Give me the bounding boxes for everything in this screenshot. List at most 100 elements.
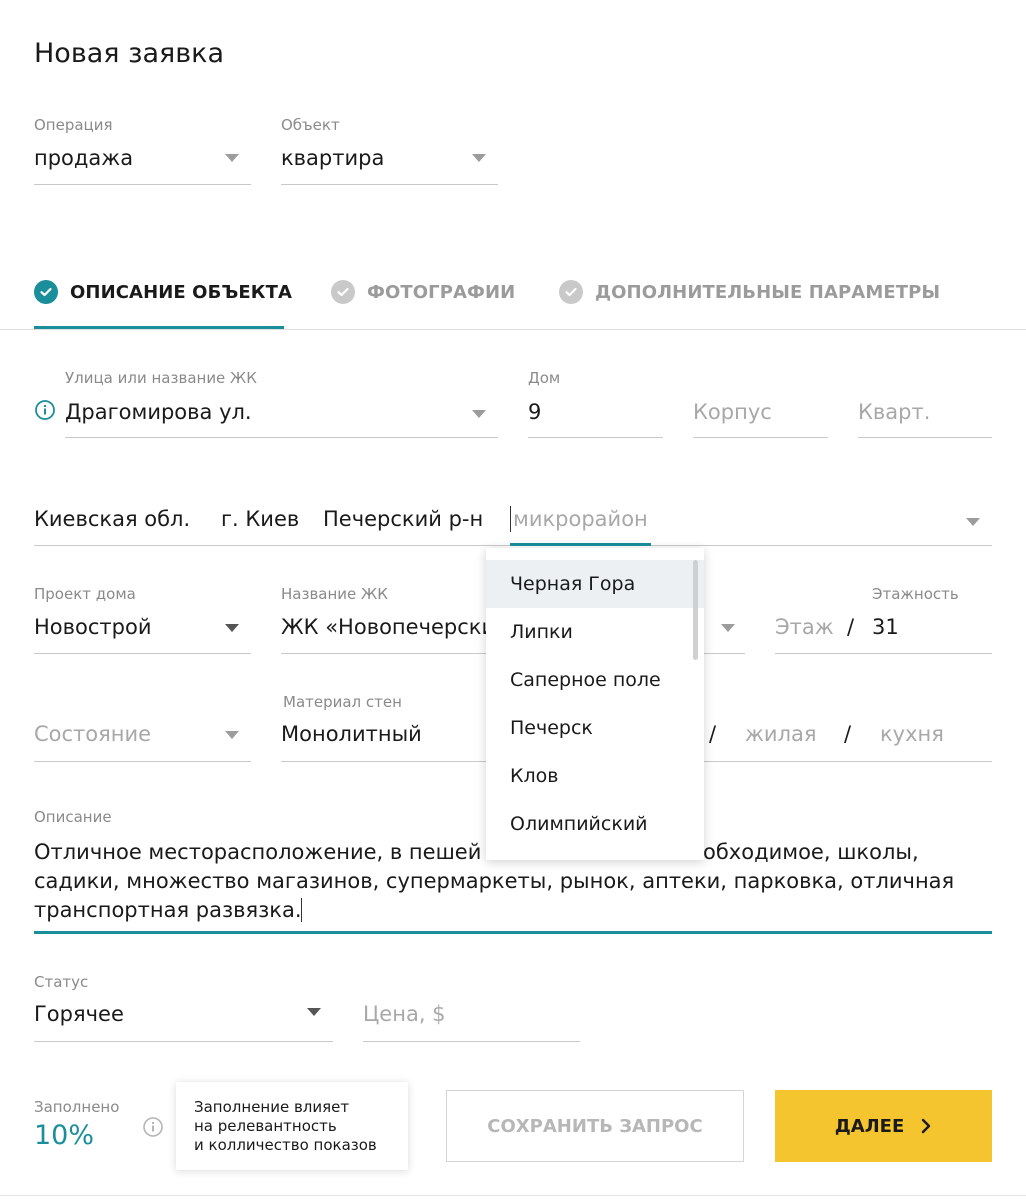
chevron-down-icon [472, 410, 486, 418]
description-line: садики, множество магазинов, супермаркет… [34, 869, 955, 893]
text-cursor [301, 898, 302, 922]
dropdown-option[interactable]: Липки [486, 608, 704, 656]
save-request-button[interactable]: СОХРАНИТЬ ЗАПРОС [446, 1090, 744, 1162]
area-separator: / [844, 722, 852, 746]
condition-select[interactable]: Состояние [34, 716, 251, 762]
divider [363, 1041, 580, 1042]
fill-tooltip: Заполнение влияет на релевантность и кол… [176, 1082, 408, 1170]
price-placeholder: Цена, $ [363, 1002, 446, 1026]
object-select[interactable]: квартира [281, 140, 498, 186]
area-separator: / [709, 722, 717, 746]
bottom-divider [0, 1195, 1026, 1196]
description-label: Описание [34, 808, 112, 826]
project-value: Новострой [34, 615, 152, 639]
divider [693, 437, 828, 438]
tab-label: ОПИСАНИЕ ОБЪЕКТА [70, 281, 293, 303]
tab-label: ДОПОЛНИТЕЛЬНЫЕ ПАРАМЕТРЫ [595, 281, 941, 303]
condition-placeholder: Состояние [34, 722, 152, 746]
dropdown-option[interactable]: Клов [486, 752, 704, 800]
region-text: Киевская обл. [34, 507, 191, 531]
object-value: квартира [281, 146, 385, 170]
divider [34, 184, 251, 185]
district-text: Печерский р-н [323, 507, 484, 531]
kitchen-area-placeholder[interactable]: кухня [880, 722, 944, 746]
korpus-placeholder: Корпус [693, 400, 772, 424]
status-label: Статус [34, 973, 89, 991]
divider [65, 437, 498, 438]
house-value: 9 [528, 400, 542, 424]
focus-underline [510, 543, 651, 546]
tooltip-line: на релевантность [194, 1117, 337, 1135]
complex-value: ЖК «Новопечерски [281, 615, 496, 639]
check-circle-icon [34, 280, 58, 304]
chevron-down-icon [225, 624, 239, 632]
check-circle-icon [331, 280, 355, 304]
tab-label: ФОТОГРАФИИ [367, 281, 516, 303]
info-icon[interactable] [142, 1116, 164, 1138]
chevron-down-icon [472, 154, 486, 162]
operation-label: Операция [34, 116, 113, 134]
tooltip-line: и колличество показов [194, 1136, 377, 1154]
floors-total-label: Этажность [872, 585, 959, 603]
object-label: Объект [281, 116, 340, 134]
floor-placeholder: Этаж [775, 615, 834, 639]
operation-value: продажа [34, 146, 134, 170]
street-input[interactable]: Драгомирова ул. [65, 394, 498, 438]
chevron-down-icon [307, 1008, 321, 1016]
status-value: Горячее [34, 1002, 124, 1026]
divider [34, 653, 251, 654]
check-circle-icon [559, 280, 583, 304]
price-input[interactable]: Цена, $ [363, 996, 580, 1042]
project-select[interactable]: Новострой [34, 609, 251, 654]
apartment-placeholder: Кварт. [858, 400, 931, 424]
divider [858, 437, 992, 438]
house-input[interactable]: 9 [528, 394, 663, 438]
text-cursor [510, 506, 511, 532]
tab-photos[interactable]: ФОТОГРАФИИ [331, 280, 515, 304]
divider [34, 761, 251, 762]
tabs-divider [0, 329, 1026, 330]
dropdown-option[interactable]: Печерск [486, 704, 704, 752]
page-title: Новая заявка [34, 38, 225, 69]
floor-input[interactable]: Этаж / 31 [775, 609, 992, 654]
house-label: Дом [528, 369, 561, 387]
dropdown-option[interactable]: Олимпийский [486, 800, 704, 848]
microdistrict-dropdown[interactable]: Черная Гора Липки Саперное поле Печерск … [486, 548, 704, 860]
chevron-down-icon [225, 731, 239, 739]
description-line: обходимое, школы, [703, 840, 919, 864]
chevron-down-icon [966, 518, 980, 526]
living-area-placeholder[interactable]: жилая [745, 722, 817, 746]
street-value: Драгомирова ул. [65, 400, 252, 424]
complex-label: Название ЖК [281, 585, 388, 603]
dropdown-option[interactable]: Черная Гора [486, 560, 704, 608]
project-label: Проект дома [34, 585, 136, 603]
description-line: транспортная развязка. [34, 898, 302, 922]
street-label: Улица или название ЖК [65, 369, 257, 387]
tab-additional-params[interactable]: ДОПОЛНИТЕЛЬНЫЕ ПАРАМЕТРЫ [559, 280, 940, 304]
chevron-down-icon [721, 624, 735, 632]
chevron-right-icon [922, 1118, 931, 1134]
next-button[interactable]: ДАЛЕЕ [775, 1090, 992, 1162]
chevron-down-icon [225, 154, 239, 162]
operation-select[interactable]: продажа [34, 140, 251, 186]
floor-separator: / [847, 615, 855, 639]
dropdown-scrollbar[interactable] [693, 560, 698, 660]
walls-value: Монолитный [281, 722, 422, 746]
info-icon[interactable] [34, 399, 56, 421]
korpus-input[interactable]: Корпус [693, 394, 828, 438]
walls-label: Материал стен [283, 693, 402, 711]
dropdown-option[interactable]: Саперное поле [486, 656, 704, 704]
floors-total-value: 31 [872, 615, 899, 639]
status-select[interactable]: Горячее [34, 996, 333, 1042]
divider [281, 184, 498, 185]
next-button-label: ДАЛЕЕ [834, 1115, 905, 1137]
divider [34, 1041, 333, 1042]
tab-description[interactable]: ОПИСАНИЕ ОБЪЕКТА [34, 280, 292, 304]
city-text: г. Киев [221, 507, 300, 531]
apartment-input[interactable]: Кварт. [858, 394, 992, 438]
filled-value: 10% [34, 1120, 95, 1151]
filled-label: Заполнено [34, 1098, 120, 1116]
microdistrict-input[interactable]: микрорайон [510, 503, 992, 547]
focus-underline [34, 931, 992, 934]
microdistrict-placeholder: микрорайон [513, 507, 648, 531]
